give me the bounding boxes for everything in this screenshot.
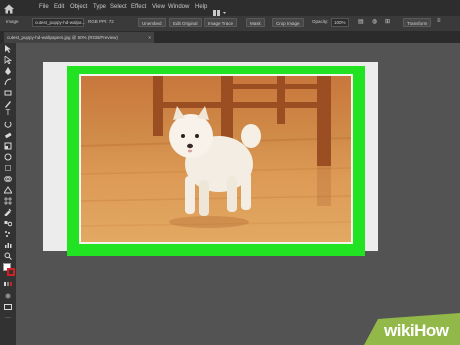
opacity-field[interactable]: 100% [331,18,349,27]
document-tab-bar: cutest_puppy-hd-wallpapers.jpg @ 50% (RG… [0,32,460,43]
menu-type[interactable]: Type [93,4,106,10]
menu-help[interactable]: Help [195,4,207,10]
close-icon[interactable]: × [148,32,151,43]
unembed-button[interactable]: Unembed [138,18,166,27]
zoom-tool-icon[interactable] [4,252,12,260]
rectangle-tool-icon[interactable] [4,89,12,97]
linked-file-dropdown[interactable]: cutest_puppy-hd-walpa... [32,18,85,27]
blend-tool-icon[interactable] [4,219,12,227]
warp-tool-icon[interactable] [4,153,12,161]
curvature-tool-icon[interactable] [4,78,12,86]
workspace-switcher-icon[interactable] [213,4,227,16]
transform-button[interactable]: Transform [403,18,432,27]
menu-bar: File Edit Object Type Select Effect View… [0,0,460,16]
direct-selection-tool-icon[interactable] [4,56,12,64]
edit-toolbar-icon[interactable]: ··· [4,314,12,322]
mesh-tool-icon[interactable] [4,197,12,205]
symbol-sprayer-tool-icon[interactable] [4,230,12,238]
align-icon[interactable]: ⊞ [385,18,390,25]
drawing-mode-icon[interactable] [4,292,12,300]
screen-mode-icon[interactable] [4,303,12,311]
opacity-label: Opacity: [312,19,329,24]
graph-tool-icon[interactable] [4,241,12,249]
pen-tool-icon[interactable] [4,67,12,75]
document-tab-title: cutest_puppy-hd-wallpapers.jpg @ 50% (RG… [7,35,118,40]
type-tool-icon[interactable]: T [4,109,12,117]
crop-image-button[interactable]: Crop Image [272,18,304,27]
menu-effect[interactable]: Effect [131,4,146,10]
color-mode-icon[interactable] [4,281,12,289]
options-icon[interactable]: ≡ [437,18,441,24]
wikihow-watermark: wikiHow [364,313,460,345]
rotate-tool-icon[interactable] [4,120,12,128]
free-transform-tool-icon[interactable] [4,164,12,172]
wikihow-logo-text: wikiHow [384,321,449,340]
image-trace-button[interactable]: Image Trace [204,18,238,27]
selection-tool-icon[interactable] [4,45,12,53]
home-icon[interactable] [3,2,15,14]
recolor-icon[interactable]: ◍ [372,18,377,25]
perspective-grid-tool-icon[interactable] [4,186,12,194]
mask-button[interactable]: Mask [246,18,265,27]
menu-window[interactable]: Window [168,4,189,10]
paintbrush-tool-icon[interactable] [4,100,12,108]
document-tab[interactable]: cutest_puppy-hd-wallpapers.jpg @ 50% (RG… [4,32,154,43]
menu-object[interactable]: Object [70,4,87,10]
shape-builder-tool-icon[interactable] [4,175,12,183]
scale-tool-icon[interactable] [4,142,12,150]
eraser-tool-icon[interactable] [4,131,12,139]
menu-edit[interactable]: Edit [54,4,64,10]
color-info: RGB PPI: 72 [88,19,114,24]
edit-original-button[interactable]: Edit Original [169,18,202,27]
image-label: Image [6,19,19,24]
puppy-image[interactable] [79,74,353,244]
menu-select[interactable]: Select [110,4,127,10]
eyedropper-tool-icon[interactable] [4,208,12,216]
tools-panel: T ··· [0,43,16,345]
menu-file[interactable]: File [39,4,49,10]
control-bar: Image cutest_puppy-hd-walpa... RGB PPI: … [0,16,460,32]
menu-view[interactable]: View [152,4,165,10]
style-icon[interactable]: ▤ [358,18,364,25]
stroke-swatch[interactable] [7,268,15,276]
